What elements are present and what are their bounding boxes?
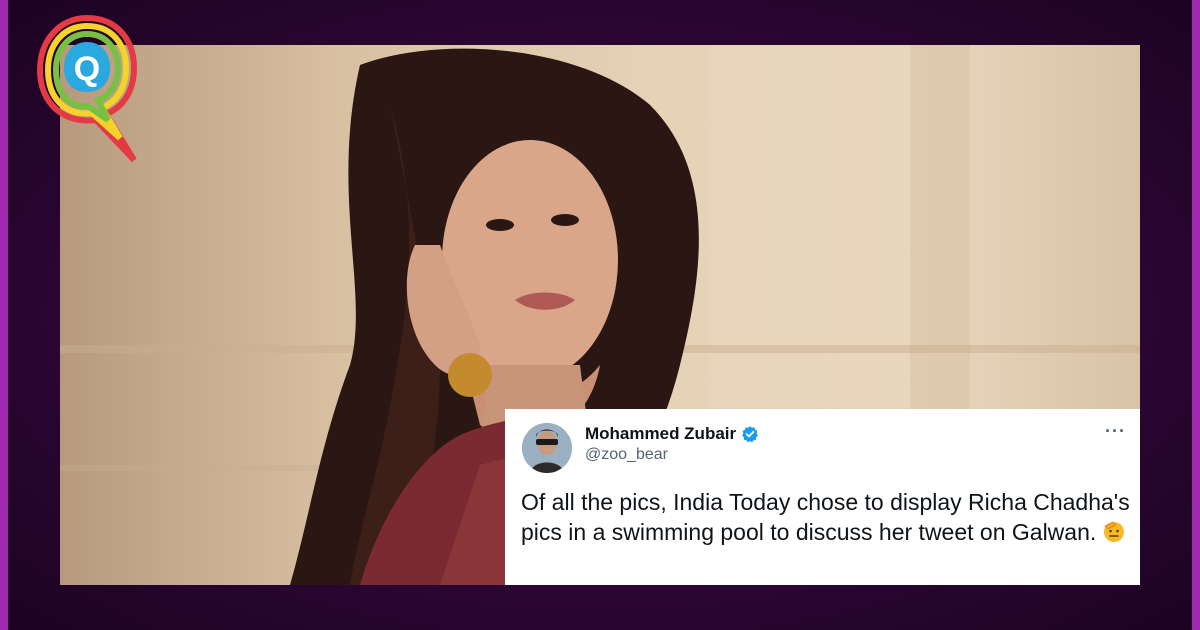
more-options-icon[interactable]: ··· bbox=[1105, 421, 1126, 442]
tweet-text-block: Of all the pics, India Today chose to di… bbox=[521, 487, 1131, 547]
salute-emoji-icon bbox=[1104, 521, 1125, 542]
author-name-row[interactable]: Mohammed Zubair bbox=[585, 424, 759, 444]
tweet-text: Of all the pics, India Today chose to di… bbox=[521, 489, 1130, 545]
verified-badge-icon bbox=[742, 426, 758, 443]
logo-letter: Q bbox=[74, 50, 100, 88]
author-handle[interactable]: @zoo_bear bbox=[585, 446, 668, 464]
author-name[interactable]: Mohammed Zubair bbox=[585, 424, 736, 444]
tweet-card[interactable]: Mohammed Zubair @zoo_bear ··· Of all the… bbox=[505, 409, 1140, 585]
avatar[interactable] bbox=[522, 423, 572, 473]
the-quint-logo: Q bbox=[36, 14, 138, 163]
